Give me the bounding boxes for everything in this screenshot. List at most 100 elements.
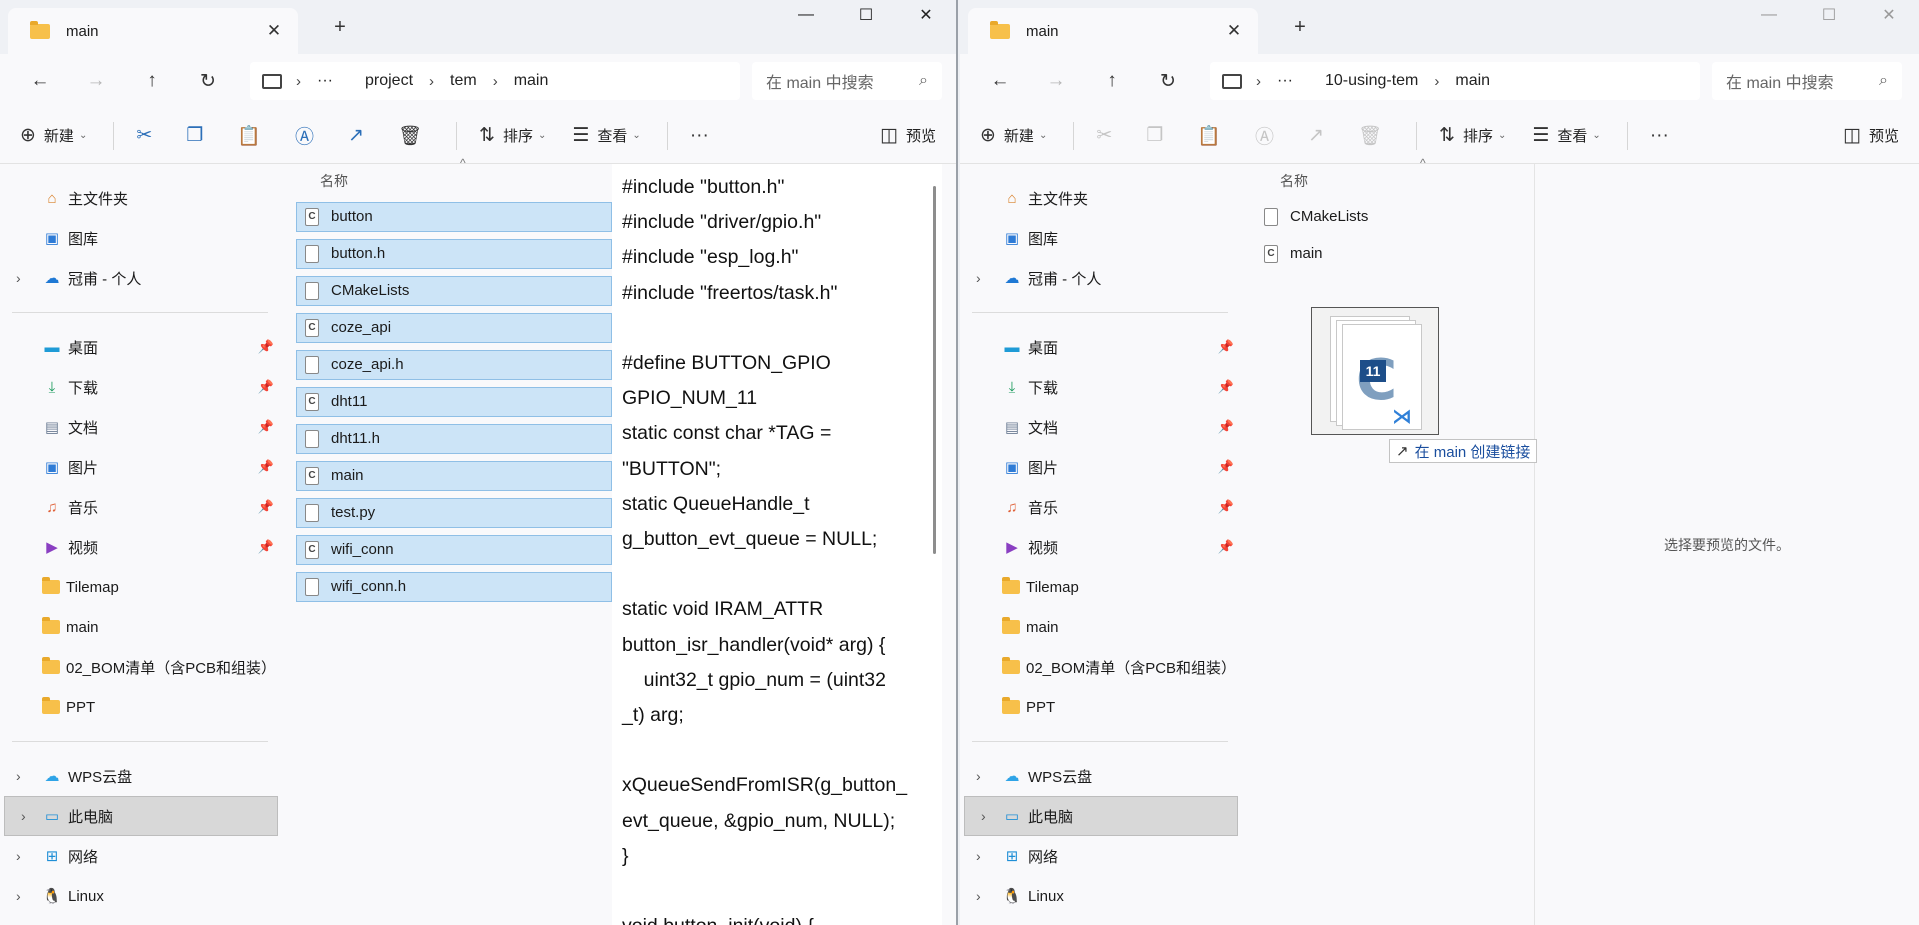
nav-folder-tilemap[interactable]: Tilemap — [0, 567, 280, 607]
close-tab-icon[interactable]: ✕ — [1222, 21, 1246, 41]
refresh-button[interactable]: ↻ — [180, 70, 236, 93]
rename-button[interactable]: Ⓐ — [1255, 122, 1282, 149]
copy-button[interactable]: ❐ — [186, 124, 211, 147]
close-tab-icon[interactable]: ✕ — [262, 21, 286, 41]
breadcrumb-item[interactable]: 10-using-tem — [1325, 72, 1418, 90]
more-button[interactable]: ··· — [690, 125, 717, 147]
paste-button[interactable]: 📋 — [237, 124, 269, 148]
chevron-right-icon[interactable]: › — [976, 848, 981, 864]
breadcrumb-item[interactable]: main — [514, 72, 549, 90]
file-row[interactable]: Ccoze_api — [296, 309, 612, 346]
breadcrumb-item[interactable]: main — [1455, 72, 1490, 90]
breadcrumb-overflow[interactable]: ··· — [317, 72, 333, 90]
nav-folder-bom[interactable]: 02_BOM清单（含PCB和组装） — [960, 647, 1240, 687]
cut-button[interactable]: ✂ — [1096, 124, 1120, 147]
nav-gallery[interactable]: ▣ 图库 — [960, 218, 1240, 258]
file-row[interactable]: test.py — [296, 494, 612, 531]
view-button[interactable]: ☰ 查看 ⌄ — [1532, 124, 1600, 147]
nav-documents[interactable]: ▤ 文档 📌 — [0, 407, 280, 447]
nav-desktop[interactable]: ▬ 桌面 📌 — [960, 327, 1240, 367]
delete-button[interactable]: 🗑 — [398, 124, 430, 148]
minimize-button[interactable]: — — [1739, 0, 1799, 30]
breadcrumb-item[interactable]: tem — [450, 72, 477, 90]
maximize-button[interactable]: ☐ — [1799, 0, 1859, 30]
chevron-right-icon[interactable]: › — [976, 888, 981, 904]
file-row[interactable]: coze_api.h — [296, 346, 612, 383]
close-window-button[interactable]: ✕ — [1859, 0, 1919, 30]
nav-pictures[interactable]: ▣ 图片 📌 — [0, 447, 280, 487]
file-row[interactable]: CMakeLists — [296, 272, 612, 309]
chevron-right-icon[interactable]: › — [976, 270, 981, 286]
nav-network[interactable]: › ⊞ 网络 — [0, 836, 280, 876]
preview-pane-button[interactable]: ◫ 预览 — [1843, 124, 1899, 147]
file-row[interactable]: Cmain — [1256, 235, 1526, 272]
nav-home[interactable]: ⌂ 主文件夹 — [960, 178, 1240, 218]
delete-button[interactable]: 🗑 — [1358, 124, 1390, 148]
nav-onedrive[interactable]: › ☁ 冠甫 - 个人 — [0, 258, 280, 298]
view-button[interactable]: ☰ 查看 ⌄ — [572, 124, 640, 147]
file-row[interactable]: Cbutton — [296, 198, 612, 235]
preview-scrollbar[interactable] — [933, 186, 936, 554]
minimize-button[interactable]: — — [776, 0, 836, 30]
nav-desktop[interactable]: ▬ 桌面 📌 — [0, 327, 280, 367]
file-row[interactable]: dht11.h — [296, 420, 612, 457]
chevron-right-icon[interactable]: › — [16, 768, 21, 784]
chevron-right-icon[interactable]: › — [16, 888, 21, 904]
breadcrumb-overflow[interactable]: ··· — [1277, 72, 1293, 90]
address-bar[interactable]: › ··· 10-using-tem › main — [1210, 62, 1700, 100]
nav-wps-cloud[interactable]: › ☁ WPS云盘 — [0, 756, 280, 796]
nav-folder-tilemap[interactable]: Tilemap — [960, 567, 1240, 607]
new-tab-button[interactable]: + — [326, 16, 354, 39]
maximize-button[interactable]: ☐ — [836, 0, 896, 30]
up-button[interactable]: ↑ — [124, 70, 180, 92]
nav-this-pc[interactable]: › ▭ 此电脑 — [4, 796, 278, 836]
nav-folder-bom[interactable]: 02_BOM清单（含PCB和组装） — [0, 647, 280, 687]
sort-button[interactable]: ⇅ 排序 ⌄ — [1439, 124, 1506, 147]
address-bar[interactable]: › ··· project › tem › main — [250, 62, 740, 100]
nav-pictures[interactable]: ▣ 图片 📌 — [960, 447, 1240, 487]
file-row[interactable]: Cdht11 — [296, 383, 612, 420]
cut-button[interactable]: ✂ — [136, 124, 160, 147]
file-row[interactable]: button.h — [296, 235, 612, 272]
sort-button[interactable]: ⇅ 排序 ⌄ — [479, 124, 546, 147]
nav-wps-cloud[interactable]: › ☁ WPS云盘 — [960, 756, 1240, 796]
nav-folder-main[interactable]: main — [960, 607, 1240, 647]
nav-linux[interactable]: › 🐧 Linux — [960, 876, 1240, 916]
nav-folder-ppt[interactable]: PPT — [0, 687, 280, 727]
paste-button[interactable]: 📋 — [1197, 124, 1229, 148]
copy-button[interactable]: ❐ — [1146, 124, 1171, 147]
nav-home[interactable]: ⌂ 主文件夹 — [0, 178, 280, 218]
breadcrumb-item[interactable]: project — [365, 72, 413, 90]
new-tab-button[interactable]: + — [1286, 16, 1314, 39]
file-row[interactable]: Cwifi_conn — [296, 531, 612, 568]
chevron-right-icon[interactable]: › — [981, 808, 986, 824]
nav-gallery[interactable]: ▣ 图库 — [0, 218, 280, 258]
share-button[interactable]: ↗ — [1308, 124, 1332, 147]
file-row[interactable]: wifi_conn.h — [296, 568, 612, 605]
nav-folder-ppt[interactable]: PPT — [960, 687, 1240, 727]
chevron-right-icon[interactable]: › — [976, 768, 981, 784]
back-button[interactable]: ← — [972, 70, 1028, 92]
refresh-button[interactable]: ↻ — [1140, 70, 1196, 93]
nav-music[interactable]: ♫ 音乐 📌 — [960, 487, 1240, 527]
column-header-name[interactable]: ^ 名称 — [1256, 156, 1526, 198]
chevron-right-icon[interactable]: › — [16, 848, 21, 864]
more-button[interactable]: ··· — [1650, 125, 1677, 147]
forward-button[interactable]: → — [68, 70, 124, 92]
chevron-right-icon[interactable]: › — [21, 808, 26, 824]
tab-main[interactable]: main ✕ — [8, 8, 298, 54]
up-button[interactable]: ↑ — [1084, 70, 1140, 92]
nav-folder-main[interactable]: main — [0, 607, 280, 647]
new-button[interactable]: ⊕ 新建 ⌄ — [980, 124, 1047, 147]
column-header-name[interactable]: ^ 名称 — [296, 156, 612, 198]
nav-network[interactable]: › ⊞ 网络 — [960, 836, 1240, 876]
file-row[interactable]: CMakeLists — [1256, 198, 1526, 235]
nav-downloads[interactable]: ⤓ 下载 📌 — [960, 367, 1240, 407]
nav-videos[interactable]: ▶ 视频 📌 — [960, 527, 1240, 567]
forward-button[interactable]: → — [1028, 70, 1084, 92]
nav-this-pc[interactable]: › ▭ 此电脑 — [964, 796, 1238, 836]
back-button[interactable]: ← — [12, 70, 68, 92]
search-input[interactable]: 在 main 中搜索 ⌕ — [752, 62, 942, 100]
nav-onedrive[interactable]: › ☁ 冠甫 - 个人 — [960, 258, 1240, 298]
nav-music[interactable]: ♫ 音乐 📌 — [0, 487, 280, 527]
